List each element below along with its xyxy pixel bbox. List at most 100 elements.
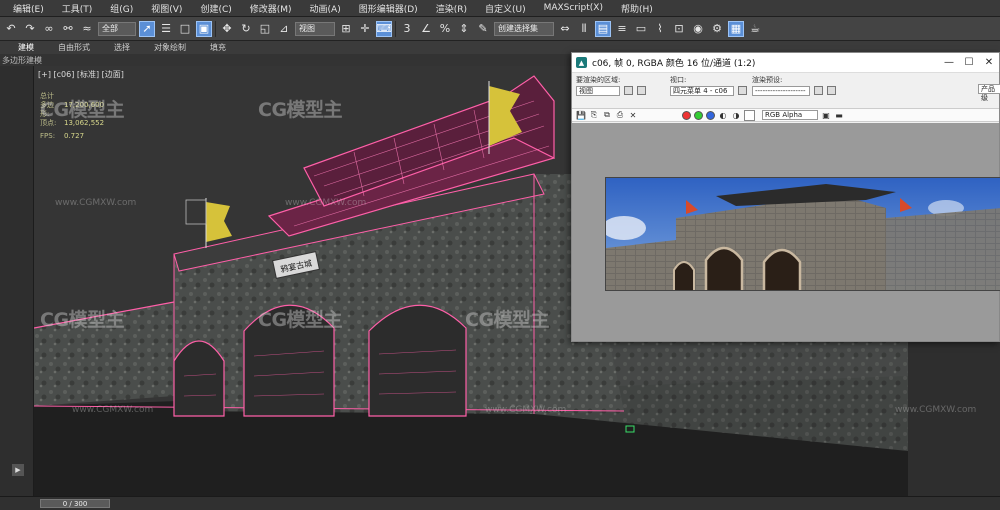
stats-vert-value: 13,062,552 (64, 119, 105, 127)
stats-poly-value: 17,200,600 (64, 101, 105, 109)
mono-toggle-icon[interactable]: ◑ (731, 111, 741, 120)
named-selection-dropdown[interactable]: 创建选择集 (494, 21, 554, 36)
area-to-render-field: 要渲染的区域: 视图 (576, 75, 647, 96)
render-wall-right (886, 208, 1000, 290)
menu-item[interactable]: 自定义(U) (476, 2, 535, 15)
render-setup-mini-icon[interactable] (814, 86, 824, 95)
snap-3d-icon[interactable]: 3 (399, 21, 415, 37)
edit-region-icon[interactable] (624, 86, 634, 95)
viewport-dropdown[interactable]: 四元菜单 4 - c06 (670, 86, 734, 96)
area-to-render-label: 要渲染的区域: (576, 76, 621, 84)
ribbon-toggle-icon[interactable]: ▭ (633, 21, 649, 37)
menu-item[interactable]: 视图(V) (142, 2, 191, 15)
angle-snap-icon[interactable]: ∠ (418, 21, 434, 37)
menu-item[interactable]: 编辑(E) (4, 2, 53, 15)
maximize-icon[interactable]: ☐ (959, 57, 979, 68)
mirror-icon[interactable]: ⇔ (557, 21, 573, 37)
stats-vert-row: 顶点: 13,062,552 (40, 119, 104, 128)
close-icon[interactable]: ✕ (979, 57, 999, 68)
render-production-icon[interactable]: ☕ (747, 21, 763, 37)
command-strip-left: ▶ (0, 66, 34, 496)
lock-viewport-icon[interactable] (738, 86, 748, 95)
save-image-icon[interactable]: 💾 (576, 111, 586, 120)
unlink-icon[interactable]: ⚯ (60, 21, 76, 37)
align-icon[interactable]: ⫴ (576, 21, 592, 37)
render-preset-label: 渲染预设: (752, 76, 783, 84)
schematic-view-icon[interactable]: ⊡ (671, 21, 687, 37)
rotate-icon[interactable]: ↻ (238, 21, 254, 37)
stats-fps-label: FPS: (40, 132, 56, 140)
ribbon-sub-label: 多边形建模 (2, 55, 42, 65)
window-crossing-icon[interactable]: ▣ (196, 20, 212, 37)
print-icon[interactable]: ⎙ (615, 110, 625, 120)
undo-icon[interactable]: ↶ (3, 21, 19, 37)
menu-item[interactable]: 帮助(H) (612, 2, 662, 15)
area-to-render-dropdown[interactable]: 视图 (576, 86, 620, 96)
move-icon[interactable]: ✥ (219, 21, 235, 37)
channel-display-icon[interactable]: ▣ (821, 111, 831, 120)
menu-item[interactable]: 工具(T) (53, 2, 102, 15)
link-icon[interactable]: ∞ (41, 21, 57, 37)
material-editor-icon[interactable]: ◉ (690, 21, 706, 37)
menu-item[interactable]: MAXScript(X) (535, 3, 612, 13)
spinner-snap-icon[interactable]: ⇕ (456, 21, 472, 37)
ribbon-tab[interactable]: 选择 (102, 42, 142, 53)
menu-item[interactable]: 动画(A) (301, 2, 350, 15)
clear-icon[interactable]: ✕ (628, 111, 638, 120)
menu-item[interactable]: 图形编辑器(D) (350, 2, 427, 15)
toggle-ui-icon[interactable]: ▬ (834, 111, 844, 120)
environment-icon[interactable] (827, 86, 837, 95)
blue-channel-toggle[interactable] (706, 110, 715, 120)
select-object-icon[interactable]: ➚ (139, 20, 155, 37)
menu-item[interactable]: 修改器(M) (241, 2, 301, 15)
render-window-titlebar[interactable]: ▲ c06, 帧 0, RGBA 颜色 16 位/通道 (1:2) — ☐ ✕ (572, 53, 999, 73)
menu-item[interactable]: 组(G) (101, 2, 142, 15)
render-display-area (572, 123, 1000, 341)
clone-window-icon[interactable]: ⧉ (602, 110, 612, 120)
ribbon-tab[interactable]: 填充 (198, 42, 238, 53)
render-arch-left (673, 261, 695, 290)
render-arch-center (704, 246, 744, 290)
production-dropdown[interactable]: 产品级 (978, 84, 1000, 102)
minimize-icon[interactable]: — (939, 57, 959, 68)
channel-dropdown[interactable]: RGB Alpha (762, 110, 818, 120)
scene-explorer-icon[interactable]: ▤ (595, 20, 611, 37)
play-icon[interactable]: ▶ (12, 464, 24, 476)
ribbon-tab[interactable]: 建模 (6, 42, 46, 53)
ribbon-tab[interactable]: 自由形式 (46, 42, 102, 53)
pivot-icon[interactable]: ⊞ (338, 21, 354, 37)
select-by-name-icon[interactable]: ☰ (158, 21, 174, 37)
rendered-frame-window-icon[interactable]: ▦ (728, 20, 744, 37)
layer-explorer-icon[interactable]: ≡ (614, 21, 630, 37)
redo-icon[interactable]: ↷ (22, 21, 38, 37)
select-manipulate-icon[interactable]: ✛ (357, 21, 373, 37)
stats-fps-row: FPS: 0.727 (40, 132, 104, 141)
stats-total-row: 总计 (40, 92, 104, 101)
copy-image-icon[interactable]: ⎘ (589, 110, 599, 120)
reference-coord-dropdown[interactable]: 视图 (295, 21, 335, 36)
red-channel-toggle[interactable] (682, 110, 691, 120)
bind-spacewarp-icon[interactable]: ≈ (79, 21, 95, 37)
selection-filter-dropdown[interactable]: 全部 (98, 21, 136, 36)
scale-icon[interactable]: ◱ (257, 21, 273, 37)
menu-item[interactable]: 渲染(R) (427, 2, 476, 15)
viewport-label[interactable]: [+] [c06] [标准] [边面] (38, 69, 124, 80)
place-icon[interactable]: ⊿ (276, 21, 292, 37)
arch-left (173, 340, 225, 417)
alpha-toggle-icon[interactable]: ◐ (718, 111, 728, 120)
toolbar-separator (215, 20, 216, 37)
percent-snap-icon[interactable]: % (437, 21, 453, 37)
rect-selection-icon[interactable]: □ (177, 21, 193, 37)
keyboard-shortcut-icon[interactable]: ⌨ (376, 20, 392, 37)
menu-item[interactable]: 创建(C) (191, 2, 240, 15)
render-preset-dropdown[interactable]: -------------------- (752, 86, 810, 96)
ribbon-tab[interactable]: 对象绘制 (142, 42, 198, 53)
rendered-frame-window[interactable]: ▲ c06, 帧 0, RGBA 颜色 16 位/通道 (1:2) — ☐ ✕ … (571, 52, 1000, 342)
auto-region-icon[interactable] (637, 86, 647, 95)
edit-named-sel-icon[interactable]: ✎ (475, 21, 491, 37)
green-channel-toggle[interactable] (694, 110, 703, 120)
time-slider[interactable]: 0 / 300 (40, 499, 110, 508)
curve-editor-icon[interactable]: ⌇ (652, 21, 668, 37)
color-swatch[interactable] (744, 109, 755, 121)
render-setup-icon[interactable]: ⚙ (709, 21, 725, 37)
